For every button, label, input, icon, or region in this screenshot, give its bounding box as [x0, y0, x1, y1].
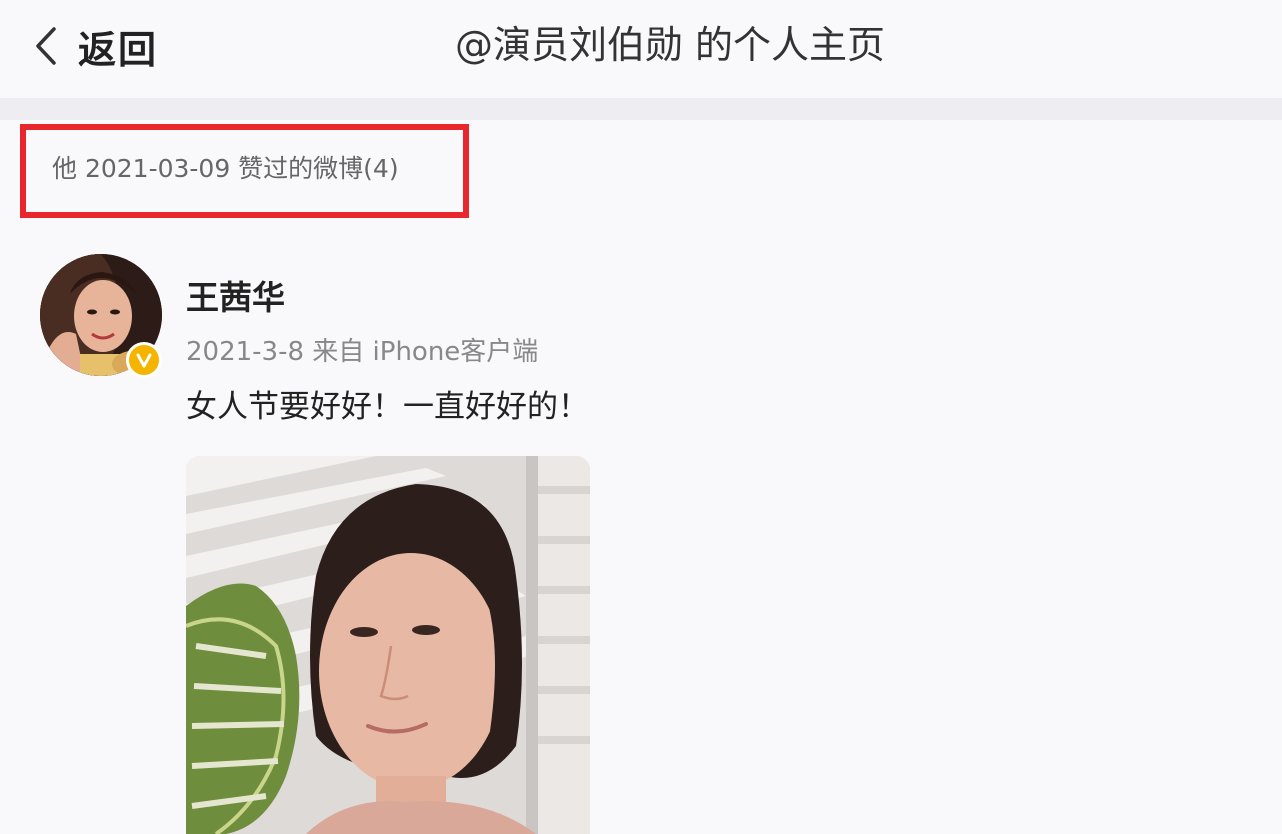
profile-page: 返回 @演员刘伯勋 的个人主页 他 2021-03-09 赞过的微博(4) 王茜… [0, 0, 1282, 834]
post-author-name[interactable]: 王茜华 [186, 276, 285, 320]
chevron-left-icon [36, 27, 56, 65]
post-meta: 2021-3-8 来自 iPhone客户端 [186, 337, 539, 367]
liked-posts-summary-highlight: 他 2021-03-09 赞过的微博(4) [20, 124, 469, 218]
liked-posts-summary[interactable]: 他 2021-03-09 赞过的微博(4) [52, 152, 399, 186]
verified-v-icon [136, 353, 152, 368]
page-title: @演员刘伯勋 的个人主页 [454, 23, 886, 67]
section-divider [0, 98, 1282, 120]
top-nav-bar: 返回 @演员刘伯勋 的个人主页 [0, 0, 1282, 98]
post-photo[interactable] [186, 456, 590, 834]
verified-badge [126, 342, 162, 378]
post-image [186, 456, 590, 834]
back-button[interactable]: 返回 [30, 14, 158, 78]
back-button-label: 返回 [78, 27, 159, 72]
post-text: 女人节要好好！一直好好的！ [186, 389, 589, 425]
